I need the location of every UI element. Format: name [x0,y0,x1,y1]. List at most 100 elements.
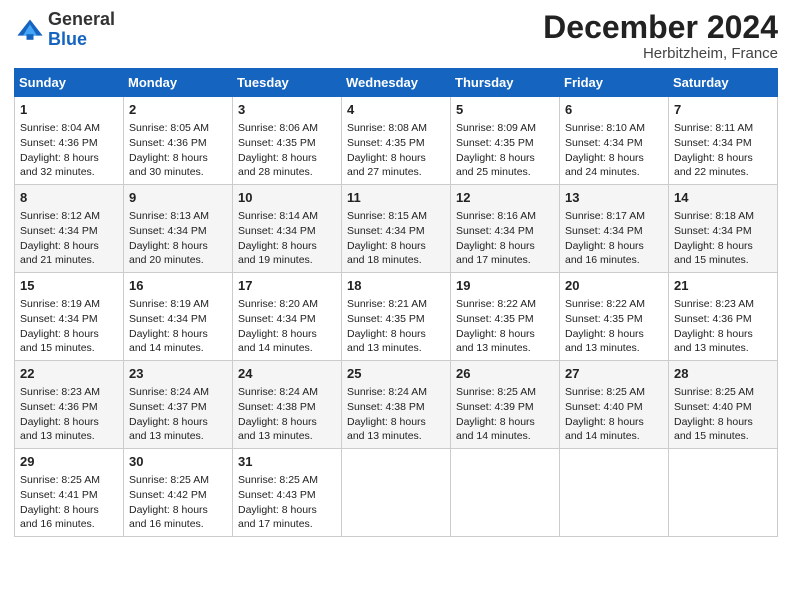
sunrise-text: Sunrise: 8:25 AM [129,474,209,486]
day-number: 31 [238,453,336,471]
table-row: 22Sunrise: 8:23 AMSunset: 4:36 PMDayligh… [15,361,124,449]
sunrise-text: Sunrise: 8:23 AM [20,386,100,398]
daylight-text: Daylight: 8 hours and 13 minutes. [20,416,99,443]
sunset-text: Sunset: 4:35 PM [456,313,534,325]
table-row: 17Sunrise: 8:20 AMSunset: 4:34 PMDayligh… [233,273,342,361]
sunrise-text: Sunrise: 8:10 AM [565,122,645,134]
daylight-text: Daylight: 8 hours and 13 minutes. [238,416,317,443]
sunset-text: Sunset: 4:34 PM [129,313,207,325]
daylight-text: Daylight: 8 hours and 24 minutes. [565,152,644,179]
daylight-text: Daylight: 8 hours and 20 minutes. [129,240,208,267]
week-row-3: 15Sunrise: 8:19 AMSunset: 4:34 PMDayligh… [15,273,778,361]
sunrise-text: Sunrise: 8:24 AM [347,386,427,398]
day-number: 26 [456,365,554,383]
cell-content: 30Sunrise: 8:25 AMSunset: 4:42 PMDayligh… [129,453,227,532]
sunrise-text: Sunrise: 8:12 AM [20,210,100,222]
table-row: 8Sunrise: 8:12 AMSunset: 4:34 PMDaylight… [15,185,124,273]
table-row: 30Sunrise: 8:25 AMSunset: 4:42 PMDayligh… [124,448,233,536]
daylight-text: Daylight: 8 hours and 13 minutes. [565,328,644,355]
col-monday: Monday [124,69,233,97]
day-number: 13 [565,189,663,207]
cell-content: 13Sunrise: 8:17 AMSunset: 4:34 PMDayligh… [565,189,663,268]
sunrise-text: Sunrise: 8:06 AM [238,122,318,134]
sunrise-text: Sunrise: 8:17 AM [565,210,645,222]
cell-content: 10Sunrise: 8:14 AMSunset: 4:34 PMDayligh… [238,189,336,268]
cell-content: 12Sunrise: 8:16 AMSunset: 4:34 PMDayligh… [456,189,554,268]
table-row: 4Sunrise: 8:08 AMSunset: 4:35 PMDaylight… [342,97,451,185]
table-row: 28Sunrise: 8:25 AMSunset: 4:40 PMDayligh… [669,361,778,449]
sunset-text: Sunset: 4:35 PM [347,313,425,325]
table-row: 24Sunrise: 8:24 AMSunset: 4:38 PMDayligh… [233,361,342,449]
day-number: 15 [20,277,118,295]
cell-content: 6Sunrise: 8:10 AMSunset: 4:34 PMDaylight… [565,101,663,180]
table-row: 9Sunrise: 8:13 AMSunset: 4:34 PMDaylight… [124,185,233,273]
day-number: 8 [20,189,118,207]
daylight-text: Daylight: 8 hours and 16 minutes. [565,240,644,267]
cell-content: 4Sunrise: 8:08 AMSunset: 4:35 PMDaylight… [347,101,445,180]
daylight-text: Daylight: 8 hours and 13 minutes. [347,328,426,355]
cell-content: 20Sunrise: 8:22 AMSunset: 4:35 PMDayligh… [565,277,663,356]
sunrise-text: Sunrise: 8:11 AM [674,122,753,134]
daylight-text: Daylight: 8 hours and 16 minutes. [20,504,99,531]
daylight-text: Daylight: 8 hours and 30 minutes. [129,152,208,179]
sunrise-text: Sunrise: 8:22 AM [456,298,536,310]
daylight-text: Daylight: 8 hours and 14 minutes. [238,328,317,355]
sunset-text: Sunset: 4:39 PM [456,401,534,413]
day-number: 16 [129,277,227,295]
daylight-text: Daylight: 8 hours and 18 minutes. [347,240,426,267]
sunset-text: Sunset: 4:40 PM [565,401,643,413]
sunset-text: Sunset: 4:34 PM [238,313,316,325]
day-number: 20 [565,277,663,295]
cell-content: 7Sunrise: 8:11 AMSunset: 4:34 PMDaylight… [674,101,772,180]
logo-area: General Blue [14,10,115,50]
daylight-text: Daylight: 8 hours and 22 minutes. [674,152,753,179]
sunset-text: Sunset: 4:34 PM [565,137,643,149]
day-number: 19 [456,277,554,295]
day-number: 21 [674,277,772,295]
week-row-2: 8 Sunrise: 8:12 AM Sunset: 4:34 PM Daylight… [15,185,778,273]
cell-content: 27Sunrise: 8:25 AMSunset: 4:40 PMDayligh… [565,365,663,444]
title-month: December 2024 [543,10,778,45]
logo-icon [16,16,44,44]
sunset-text: Sunset: 4:36 PM [674,313,752,325]
sunrise-text: Sunrise: 8:22 AM [565,298,645,310]
cell-content: 31Sunrise: 8:25 AMSunset: 4:43 PMDayligh… [238,453,336,532]
daylight-text: Daylight: 8 hours and 15 minutes. [674,416,753,443]
sunrise-text: Sunrise: 8:05 AM [129,122,209,134]
daylight-text: Daylight: 8 hours and 14 minutes. [565,416,644,443]
table-row [451,448,560,536]
cell-content: 9Sunrise: 8:13 AMSunset: 4:34 PMDaylight… [129,189,227,268]
daylight-text: Daylight: 8 hours and 13 minutes. [347,416,426,443]
table-row: 7Sunrise: 8:11 AMSunset: 4:34 PMDaylight… [669,97,778,185]
sunset-text: Sunset: 4:35 PM [456,137,534,149]
day-number: 17 [238,277,336,295]
day-number: 25 [347,365,445,383]
week-row-1: 1Sunrise: 8:04 AMSunset: 4:36 PMDaylight… [15,97,778,185]
sunrise-text: Sunrise: 8:15 AM [347,210,427,222]
sunset-text: Sunset: 4:40 PM [674,401,752,413]
sunset-text: Sunset: 4:35 PM [238,137,316,149]
daylight-text: Daylight: 8 hours and 25 minutes. [456,152,535,179]
sunrise-text: Sunrise: 8:13 AM [129,210,209,222]
sunset-text: Sunset: 4:34 PM [456,225,534,237]
col-sunday: Sunday [15,69,124,97]
col-thursday: Thursday [451,69,560,97]
table-row [669,448,778,536]
day-number: 18 [347,277,445,295]
sunrise-text: Sunrise: 8:25 AM [20,474,100,486]
daylight-text: Daylight: 8 hours and 21 minutes. [20,240,99,267]
col-wednesday: Wednesday [342,69,451,97]
cell-content: 19Sunrise: 8:22 AMSunset: 4:35 PMDayligh… [456,277,554,356]
cell-content: 15Sunrise: 8:19 AMSunset: 4:34 PMDayligh… [20,277,118,356]
cell-content: 29Sunrise: 8:25 AMSunset: 4:41 PMDayligh… [20,453,118,532]
logo-text: General Blue [48,10,115,50]
daylight-text: Daylight: 8 hours and 16 minutes. [129,504,208,531]
sunset-text: Sunset: 4:36 PM [20,401,98,413]
table-row: 25Sunrise: 8:24 AMSunset: 4:38 PMDayligh… [342,361,451,449]
sunrise-text: Sunrise: 8:14 AM [238,210,318,222]
sunset-text: Sunset: 4:42 PM [129,489,207,501]
title-area: December 2024 Herbitzheim, France [543,10,778,62]
sunset-text: Sunset: 4:43 PM [238,489,316,501]
day-number: 2 [129,101,227,119]
logo-general: General [48,9,115,29]
